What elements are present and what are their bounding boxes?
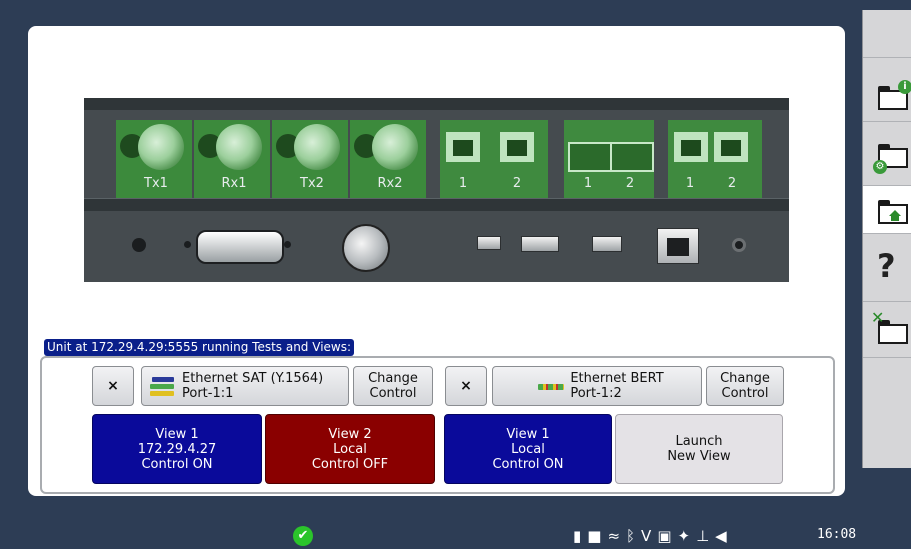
group-2-view-1-button[interactable]: View 1 Local Control ON xyxy=(444,414,612,484)
port-label-tx2: Tx2 xyxy=(300,176,324,191)
rj45-label-2a: 1 xyxy=(685,176,695,191)
sfp-label-1: 1 xyxy=(583,176,593,191)
view-line2: Local xyxy=(333,441,367,457)
rj45-label-1a: 1 xyxy=(458,176,468,191)
change-control-1-line1: Change xyxy=(368,371,418,386)
sidebar-item-help[interactable]: ? xyxy=(863,234,911,302)
view-line1: View 1 xyxy=(506,426,550,442)
sidebar-item-settings[interactable]: ⚙ xyxy=(863,122,911,186)
sfp-slot-2 xyxy=(610,142,654,172)
storage-icon[interactable]: ■ xyxy=(587,527,601,545)
test-1-name: Ethernet SAT (Y.1564) xyxy=(182,371,324,386)
port-label-rx2: Rx2 xyxy=(377,176,403,191)
unit-status-banner: Unit at 172.29.4.29:5555 running Tests a… xyxy=(44,339,355,356)
change-control-1-line2: Control xyxy=(369,386,417,401)
sidebar-item-tools[interactable]: ✕ xyxy=(863,302,911,358)
test-2-port: Port-1:2 xyxy=(570,386,622,401)
view-line1: View 2 xyxy=(328,426,372,442)
rj45-port-2b xyxy=(714,132,748,162)
screen-off-icon[interactable]: ▣ xyxy=(657,527,671,545)
port-label-rx1: Rx1 xyxy=(221,176,247,191)
change-control-2-button[interactable]: Change Control xyxy=(706,366,784,406)
screw-icon xyxy=(284,241,291,248)
test-2-name: Ethernet BERT xyxy=(570,371,664,386)
screw-icon xyxy=(184,241,191,248)
port-label-tx1: Tx1 xyxy=(144,176,168,191)
ethernet-bert-icon xyxy=(538,376,565,396)
test-2-button[interactable]: Ethernet BERT Port-1:2 xyxy=(492,366,702,406)
v-icon[interactable]: V xyxy=(641,527,651,545)
sidebar-item-home[interactable] xyxy=(863,186,911,234)
led-hole-icon xyxy=(132,238,146,252)
view-line3: Control ON xyxy=(141,456,213,472)
folder-tools-icon xyxy=(878,320,908,344)
right-sidebar: i ⚙ ? ✕ xyxy=(862,10,911,468)
group-1-view-2-button[interactable]: View 2 Local Control OFF xyxy=(265,414,435,484)
port-connector xyxy=(294,124,340,170)
panel-divider xyxy=(84,198,789,211)
view-line2: 172.29.4.27 xyxy=(137,441,217,457)
checkmark-icon[interactable]: ✔ xyxy=(293,526,313,546)
usb-port-icon xyxy=(592,236,622,252)
tools-icon: ✕ xyxy=(871,308,885,327)
rj45-label-2b: 2 xyxy=(727,176,737,191)
clock: 16:08 xyxy=(817,527,857,542)
rj45-label-1b: 2 xyxy=(512,176,522,191)
change-control-2-line2: Control xyxy=(721,386,769,401)
wifi-off-icon[interactable]: ≈ xyxy=(607,527,620,545)
rj45-port-1a xyxy=(446,132,480,162)
usb-port-icon xyxy=(521,236,559,252)
launch-new-view-button[interactable]: Launch New View xyxy=(615,414,783,484)
test-1-button[interactable]: Ethernet SAT (Y.1564) Port-1:1 xyxy=(141,366,349,406)
serial-port-icon xyxy=(196,230,284,264)
sfp-label-2: 2 xyxy=(625,176,635,191)
launch-line2: New View xyxy=(667,449,731,464)
change-control-1-button[interactable]: Change Control xyxy=(353,366,433,406)
sidebar-item-info[interactable]: i xyxy=(863,58,911,122)
port-connector xyxy=(216,124,262,170)
gear-icon: ⚙ xyxy=(873,160,887,174)
close-test-2-button[interactable]: × xyxy=(445,366,487,406)
group-1-view-1-button[interactable]: View 1 172.29.4.27 Control ON xyxy=(92,414,262,484)
sidebar-item-empty[interactable] xyxy=(863,358,911,468)
test-2-text: Ethernet BERT Port-1:2 xyxy=(570,371,663,401)
satellite-off-icon[interactable]: ✦ xyxy=(678,527,691,545)
view-line3: Control OFF xyxy=(311,456,389,472)
sidebar-item-blank[interactable] xyxy=(863,10,911,58)
rj45-port-2a xyxy=(674,132,708,162)
info-badge-icon: i xyxy=(898,80,911,94)
change-control-2-line1: Change xyxy=(720,371,770,386)
test-1-text: Ethernet SAT (Y.1564) Port-1:1 xyxy=(182,371,323,401)
system-tray: ▮ ■ ≈ ᛒ V ▣ ✦ ⊥ ◀ xyxy=(573,525,727,547)
network-icon[interactable]: ⊥ xyxy=(696,527,709,545)
view-line1: View 1 xyxy=(155,426,199,442)
ethernet-sat-icon xyxy=(150,376,176,396)
help-icon: ? xyxy=(877,247,896,285)
instrument-panel-image: Tx1 Rx1 Tx2 Rx2 1 2 1 2 1 2 xyxy=(84,98,789,282)
port-connector xyxy=(138,124,184,170)
view-line3: Control ON xyxy=(492,456,564,472)
folder-home-icon xyxy=(878,200,908,224)
usb-port-icon xyxy=(477,236,501,250)
bluetooth-off-icon[interactable]: ᛒ xyxy=(626,527,635,545)
tests-views-container: × Ethernet SAT (Y.1564) Port-1:1 Change … xyxy=(40,356,835,494)
test-1-port: Port-1:1 xyxy=(182,386,234,401)
launch-line1: Launch xyxy=(675,434,723,449)
view-line2: Local xyxy=(511,441,545,457)
volume-icon[interactable]: ◀ xyxy=(715,527,727,545)
ethernet-mgmt-port-icon xyxy=(657,228,699,264)
panel-top-strip xyxy=(84,98,789,110)
port-connector xyxy=(372,124,418,170)
close-test-1-button[interactable]: × xyxy=(92,366,134,406)
rj45-port-1b xyxy=(500,132,534,162)
battery-plug-icon[interactable]: ▮ xyxy=(573,527,581,545)
coax-connector-icon xyxy=(342,224,390,272)
led-indicator-icon xyxy=(732,238,746,252)
sfp-slot-1 xyxy=(568,142,612,172)
